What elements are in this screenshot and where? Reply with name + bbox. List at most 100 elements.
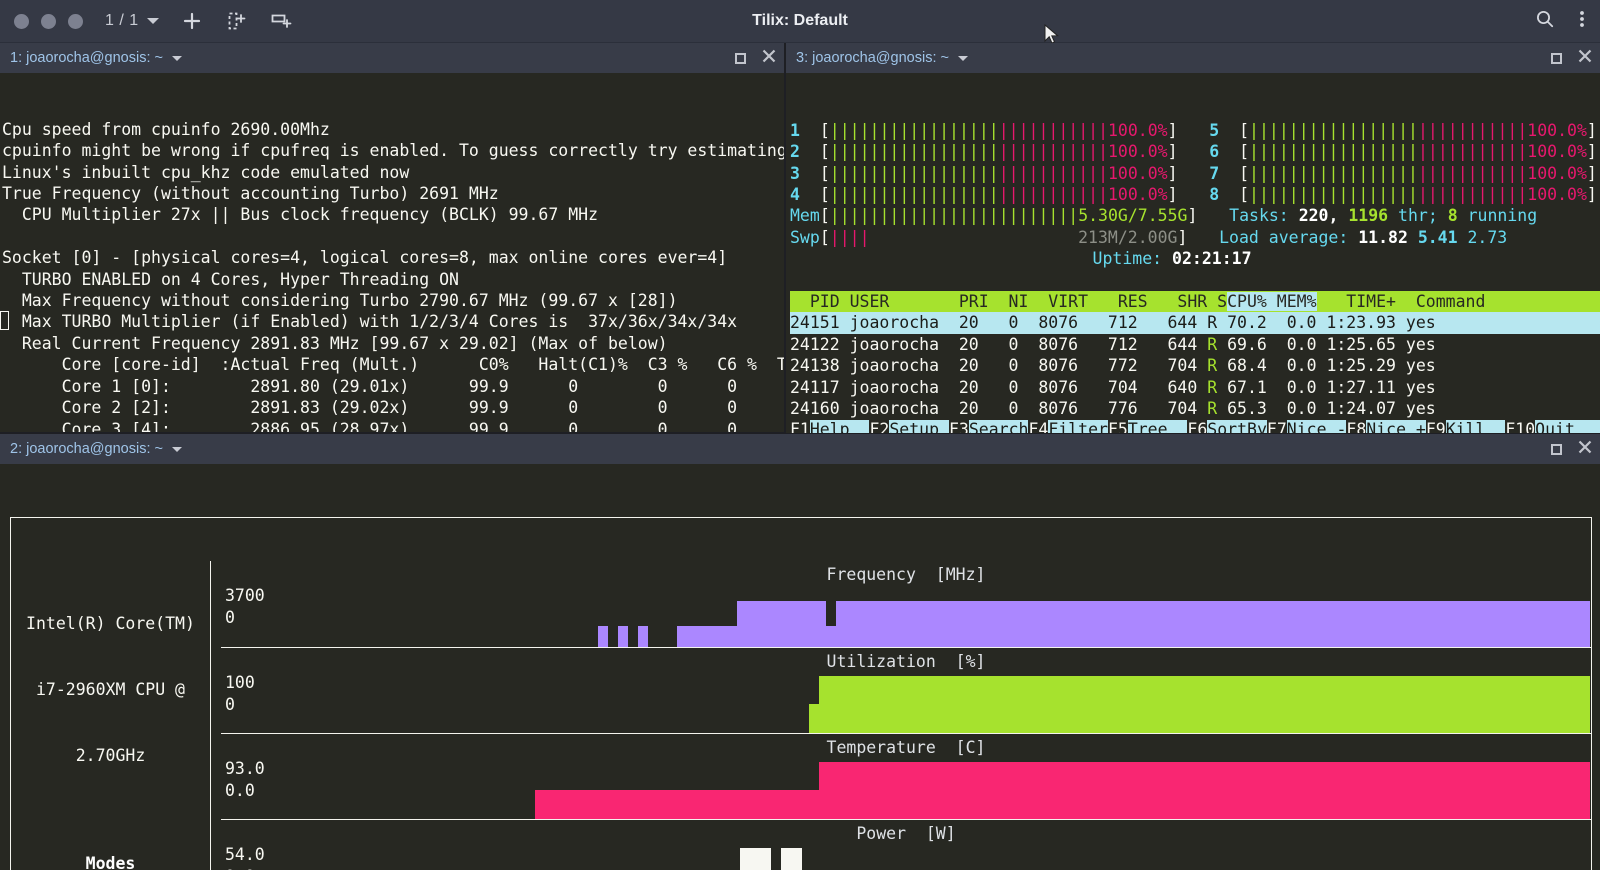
fkey-number: F10 (1505, 420, 1536, 433)
terminal-pane-2[interactable]: Intel(R) Core(TM) i7-2960XM CPU @ 2.70GH… (0, 464, 1600, 870)
pane-header-2[interactable]: 2: joaorocha@gnosis: ~ (0, 434, 1600, 464)
htop-uptime-row: Uptime: 02:21:17 (1092, 249, 1252, 269)
htop-meter-row: 1 [||||||||||||||||||||||||||||100.0%] 5 … (790, 120, 1600, 141)
pane-title-3: 3: joaorocha@gnosis: ~ (796, 50, 949, 66)
fkey-number: F7 (1266, 420, 1287, 433)
cpu-name-line-3: 2.70GHz (75, 745, 146, 765)
split-vertical-icon[interactable] (269, 10, 293, 32)
table-row[interactable]: 24117 joaorocha 20 0 8076 704 640 R 67.1… (790, 377, 1600, 398)
graph-title: Utilization [%] (826, 651, 986, 671)
fkey-number: F3 (948, 420, 969, 433)
bar-series (221, 675, 1591, 733)
terminal-line: Core [core-id] :Actual Freq (Mult.) C0% … (2, 355, 784, 375)
terminal-line: Real Current Frequency 2891.83 MHz [99.6… (2, 333, 668, 353)
chevron-down-icon[interactable] (146, 18, 159, 24)
cpu-meter: 2 [||||||||||||||||||||||||||||100.0%] (790, 142, 1178, 162)
pane-maximize-button[interactable] (735, 52, 746, 64)
htop-mem-row: Mem[|||||||||||||||||||||||||5.30G/7.55G… (790, 206, 1538, 226)
session-page-count[interactable]: 1 / 1 (105, 12, 139, 30)
htop-app: 1 [||||||||||||||||||||||||||||100.0%] 5 … (786, 116, 1600, 433)
fkey-label[interactable]: SortBy (1207, 420, 1267, 433)
fkey-label[interactable]: Tree (1127, 420, 1188, 433)
pane-close-icon[interactable] (1578, 440, 1592, 458)
menu-icon[interactable] (1578, 8, 1586, 34)
table-row[interactable]: 24138 joaorocha 20 0 8076 772 704 R 68.4… (790, 355, 1600, 376)
cpu-meter: 6 [||||||||||||||||||||||||||||100.0%] (1209, 142, 1597, 162)
terminal-line: Cpu speed from cpuinfo 2690.00Mhz (2, 119, 330, 139)
fkey-number: F9 (1425, 420, 1446, 433)
fkey-label[interactable]: Help (809, 420, 870, 433)
split-horizontal-icon[interactable] (225, 10, 247, 32)
text-cursor (0, 311, 9, 330)
fkey-number: F4 (1028, 420, 1049, 433)
window-controls[interactable] (14, 13, 83, 29)
fkey-label[interactable]: Kill (1445, 420, 1506, 433)
chevron-down-icon[interactable] (171, 446, 182, 452)
window-minimize-button[interactable] (41, 13, 56, 29)
terminal-line: Max Frequency without considering Turbo … (2, 291, 678, 311)
i7z-output: Cpu speed from cpuinfo 2690.00Mhz cpuinfo… (2, 119, 784, 433)
cpu-meter: 8 [||||||||||||||||||||||||||||100.0%] (1209, 184, 1597, 204)
s-tui-sidebar: Intel(R) Core(TM) i7-2960XM CPU @ 2.70GH… (11, 560, 211, 870)
graph-max-label: 54.0 (225, 844, 265, 864)
window-titlebar: 1 / 1 Tilix: Default (0, 0, 1600, 44)
terminal-pane-3[interactable]: 1 [||||||||||||||||||||||||||||100.0%] 5 … (786, 73, 1600, 433)
graph-title: Power [W] (856, 823, 956, 843)
pane-header-1[interactable]: 1: joaorocha@gnosis: ~ (0, 43, 784, 73)
fkey-label[interactable]: Search (968, 420, 1029, 433)
s-tui-graphs: Frequency [MHz] 3700 0 Utilization [%] 100 0 T… (211, 561, 1591, 870)
cpu-meter: 5 [||||||||||||||||||||||||||||100.0%] (1209, 120, 1597, 140)
cpu-meter: 4 [||||||||||||||||||||||||||||100.0%] (790, 184, 1178, 204)
terminal-pane-1[interactable]: Cpu speed from cpuinfo 2690.00Mhz cpuinfo… (0, 73, 784, 433)
window-close-button[interactable] (14, 13, 29, 29)
new-session-icon[interactable] (181, 10, 203, 32)
fkey-label[interactable]: Filter (1048, 420, 1108, 433)
terminal-line: Core 1 [0]: 2891.80 (29.01x) 99.9 0 0 0 … (2, 376, 784, 396)
graph-max-label: 100 (225, 672, 255, 692)
graph-title: Frequency [MHz] (826, 564, 986, 584)
fkey-label[interactable]: Quit (1535, 420, 1595, 433)
pane-title-2: 2: joaorocha@gnosis: ~ (10, 441, 163, 457)
chevron-down-icon[interactable] (171, 55, 182, 61)
graph-title: Temperature [C] (826, 737, 986, 757)
htop-function-keys[interactable]: F1Help F2Setup F3SearchF4FilterF5Tree F6… (790, 419, 1600, 433)
terminal-line: Core 2 [2]: 2891.83 (29.02x) 99.9 0 0 0 … (2, 398, 784, 418)
s-tui-app: Intel(R) Core(TM) i7-2960XM CPU @ 2.70GH… (0, 464, 1600, 870)
table-row[interactable]: 24151 joaorocha 20 0 8076 712 644 R 70.2… (790, 312, 1600, 334)
fkey-number: F5 (1107, 420, 1128, 433)
terminal-line: cpuinfo might be wrong if cpufreq is ena… (2, 141, 784, 161)
fkey-label[interactable]: Nice - (1286, 420, 1347, 433)
pane-maximize-button[interactable] (1551, 52, 1562, 64)
fkey-label[interactable]: Setup (889, 420, 949, 433)
graph-min-label: 0 (225, 607, 235, 627)
graph-c: Temperature [C] 93.0 0.0 (221, 732, 1591, 819)
htop-meter-row: 4 [||||||||||||||||||||||||||||100.0%] 8 … (790, 184, 1600, 205)
bar-series (221, 589, 1591, 647)
graph-mhz: Frequency [MHz] 3700 0 (221, 561, 1591, 647)
fkey-number: F6 (1187, 420, 1208, 433)
cpu-name-line-1: Intel(R) Core(TM) (26, 613, 195, 633)
fkey-label[interactable]: Nice + (1366, 420, 1426, 433)
table-row[interactable]: 24160 joaorocha 20 0 8076 776 704 R 65.3… (790, 398, 1600, 419)
terminal-line: True Frequency (without accounting Turbo… (2, 184, 499, 204)
cpu-name-line-2: i7-2960XM CPU @ (35, 679, 185, 699)
window-maximize-button[interactable] (68, 13, 83, 29)
bar-series (221, 847, 1591, 870)
graph-min-label: 0.0 (225, 780, 255, 800)
modes-heading: Modes (85, 853, 136, 870)
table-row[interactable]: 24122 joaorocha 20 0 8076 712 644 R 69.6… (790, 334, 1600, 355)
search-icon[interactable] (1534, 8, 1556, 34)
pane-header-3[interactable]: 3: joaorocha@gnosis: ~ (786, 43, 1600, 73)
cpu-meter: 7 [||||||||||||||||||||||||||||100.0%] (1209, 163, 1597, 183)
pane-close-icon[interactable] (1578, 49, 1592, 67)
htop-meter-row: 2 [||||||||||||||||||||||||||||100.0%] 6 … (790, 141, 1600, 162)
fkey-number: F8 (1346, 420, 1367, 433)
chevron-down-icon[interactable] (957, 55, 968, 61)
pane-close-icon[interactable] (762, 49, 776, 67)
cpu-meter: 1 [||||||||||||||||||||||||||||100.0%] (790, 120, 1178, 140)
pane-maximize-button[interactable] (1551, 443, 1562, 455)
terminal-line: CPU Multiplier 27x || Bus clock frequenc… (2, 205, 599, 225)
process-table-header[interactable]: PID USER PRI NI VIRT RES SHR SCPU% MEM% … (790, 290, 1600, 313)
fkey-number: F1 (790, 420, 810, 433)
